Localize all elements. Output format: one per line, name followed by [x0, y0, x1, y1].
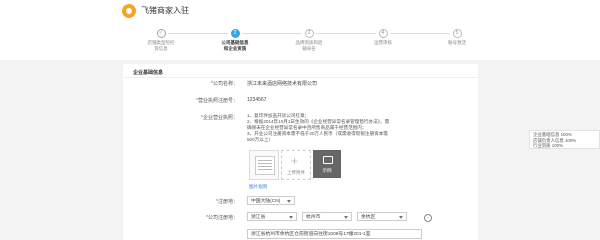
- completion-summary: 企业基础信息 100% 店铺负责人信息 100% 行业资质 100%: [529, 130, 600, 149]
- reg-address-label: *公司注册地：: [206, 215, 238, 221]
- city-select[interactable]: 杭州市: [302, 212, 352, 221]
- info-icon[interactable]: i: [424, 214, 432, 222]
- card-divider: [123, 77, 478, 78]
- step-1: ✓ 店铺类型检控 资信息: [121, 29, 201, 51]
- requirement-line: 500万以上）: [247, 137, 274, 142]
- step-5: 5 账号激活: [417, 29, 497, 46]
- step-3-label: 品牌资质和后 辅命名: [295, 40, 323, 51]
- step-2-number: 2: [230, 29, 240, 38]
- license-number-value: 1234567: [247, 97, 267, 103]
- card-title: 企业基础信息: [133, 70, 164, 76]
- plus-icon: +: [291, 154, 299, 168]
- license-requirements: 1、复印件加盖开房公司红章； 2、根据2014年10月1日生效的《企业经营异常名…: [247, 113, 427, 143]
- step-2-label: 公司基础信息 和企业资质: [221, 40, 249, 51]
- progress-steps: ✓ 店铺类型检控 资信息 2 公司基础信息 和企业资质 3 品牌资质和后 辅命名…: [0, 22, 600, 60]
- sample-image-button[interactable]: 示例: [313, 150, 341, 178]
- step-1-label: 店铺类型检控 资信息: [147, 40, 175, 51]
- business-license-label: *企业营业执照：: [201, 115, 238, 121]
- step-1-check-icon: ✓: [156, 29, 166, 38]
- step-3-number: 3: [304, 29, 314, 38]
- fliggy-logo-icon: [122, 4, 136, 18]
- district-select[interactable]: 余杭区: [357, 212, 407, 221]
- address-input[interactable]: 浙江省杭州市余杭区仓前街道向往街1008号17幢201-1室: [247, 229, 422, 239]
- top-header: 飞猪商家入驻: [0, 0, 600, 23]
- step-4-number: 4: [378, 29, 388, 38]
- upload-label: 上传附件: [287, 170, 305, 175]
- header-brand-title: 飞猪商家入驻: [141, 6, 189, 15]
- step-3: 3 品牌资质和后 辅命名: [269, 29, 349, 51]
- camera-icon: [323, 156, 333, 164]
- license-image-thumbnail[interactable]: [249, 150, 279, 180]
- step-2: 2 公司基础信息 和企业资质: [195, 29, 275, 51]
- company-name-label: *公司名称：: [211, 81, 238, 87]
- completion-line-qualification: 行业资质 100%: [533, 143, 564, 148]
- reg-place-select[interactable]: 中国大陆(CN): [247, 196, 295, 205]
- upload-attachment-button[interactable]: + 上传附件: [281, 150, 311, 180]
- step-4: 4 运营审核: [343, 29, 423, 46]
- document-icon: [255, 156, 275, 175]
- company-name-value: 浙江未来酒店网络技术有限公司: [247, 81, 318, 87]
- province-select[interactable]: 浙江省: [247, 212, 297, 221]
- reg-place-label: *注册地：: [216, 199, 238, 205]
- license-label: *营业执照注册号：: [196, 98, 238, 104]
- step-4-label: 运营审核: [374, 40, 392, 45]
- image-rules-link[interactable]: 图片规则: [249, 184, 267, 190]
- sample-label: 示例: [322, 168, 332, 173]
- step-5-number: 5: [452, 29, 462, 38]
- step-5-label: 账号激活: [448, 40, 466, 45]
